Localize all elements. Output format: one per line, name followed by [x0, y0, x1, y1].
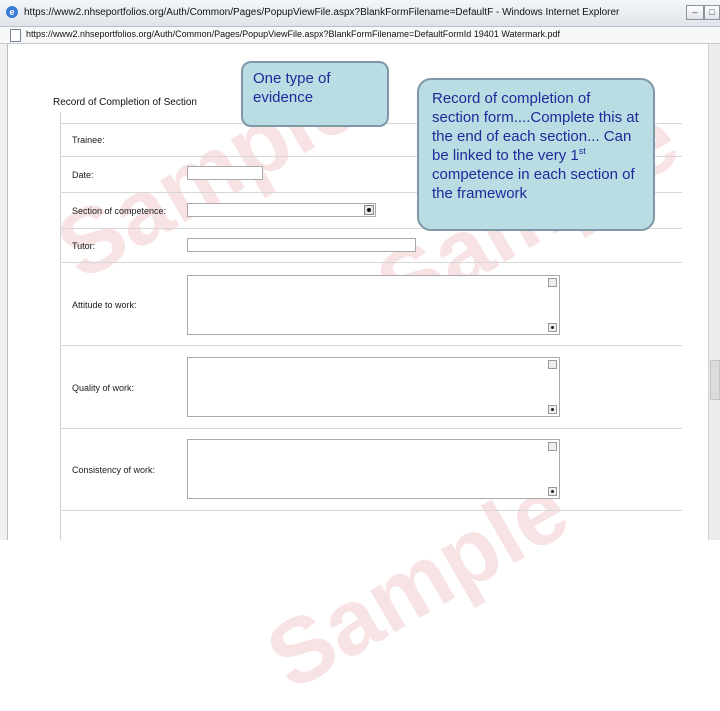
tutor-label: Tutor: [72, 241, 96, 251]
date-label: Date: [72, 170, 94, 180]
scrollbar-thumb[interactable] [710, 360, 720, 400]
scroll-up-icon[interactable] [548, 442, 557, 451]
consistency-textarea[interactable] [187, 439, 560, 499]
row-divider [60, 510, 682, 511]
record-callout-sup: st [578, 146, 586, 156]
attitude-textarea[interactable] [187, 275, 560, 335]
row-divider [60, 262, 682, 263]
evidence-callout: One type of evidence [241, 61, 389, 127]
attitude-label: Attitude to work: [72, 300, 137, 310]
row-divider [60, 428, 682, 429]
form-section-title: Record of Completion of Section [53, 97, 197, 108]
tutor-field[interactable] [187, 238, 416, 252]
row-divider [60, 345, 682, 346]
quality-label: Quality of work: [72, 383, 135, 393]
window-title: https://www2.nhseportfolios.org/Auth/Com… [24, 7, 620, 18]
vertical-scrollbar[interactable] [708, 44, 720, 540]
evidence-callout-text: One type of evidence [253, 70, 331, 106]
form-left-rule [60, 112, 61, 540]
ie-logo-icon: e [6, 6, 18, 18]
record-callout: Record of completion of section form....… [417, 78, 655, 231]
page-icon [10, 29, 21, 42]
section-label: Section of competence: [72, 206, 167, 216]
scroll-down-icon[interactable] [548, 323, 557, 332]
minimize-icon[interactable]: – [686, 5, 704, 20]
trainee-label: Trainee: [72, 135, 105, 145]
record-callout-text: Record of completion of section form....… [432, 90, 639, 164]
address-url[interactable]: https://www2.nhseportfolios.org/Auth/Com… [26, 29, 560, 39]
quality-textarea[interactable] [187, 357, 560, 417]
scroll-down-icon[interactable] [548, 487, 557, 496]
dropdown-arrow-icon[interactable] [364, 205, 374, 215]
record-callout-tail: competence in each section of the framew… [432, 166, 635, 202]
section-select[interactable] [187, 203, 376, 217]
address-bar[interactable]: https://www2.nhseportfolios.org/Auth/Com… [0, 27, 720, 44]
scroll-down-icon[interactable] [548, 405, 557, 414]
maximize-icon[interactable]: □ [704, 5, 720, 20]
scroll-up-icon[interactable] [548, 278, 557, 287]
date-field[interactable] [187, 166, 263, 180]
consistency-label: Consistency of work: [72, 465, 156, 475]
scroll-up-icon[interactable] [548, 360, 557, 369]
window-title-bar: e https://www2.nhseportfolios.org/Auth/C… [0, 0, 720, 27]
